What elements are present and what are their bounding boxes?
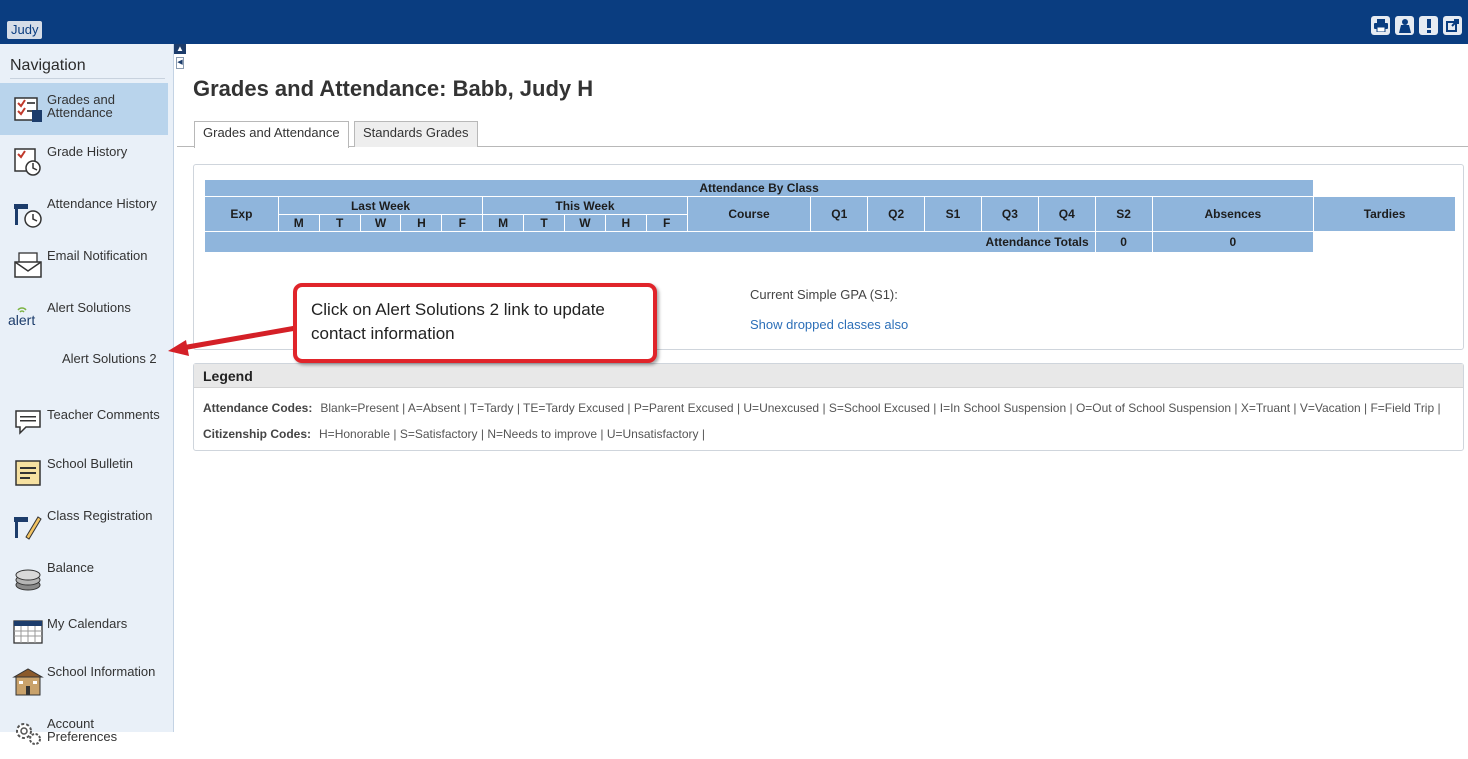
gears-icon: [12, 717, 44, 749]
col-day: W: [564, 214, 606, 232]
totals-label: Attendance Totals: [204, 231, 1096, 253]
attendance-codes-label: Attendance Codes:: [203, 401, 313, 415]
nav-label: Attendance History: [47, 196, 157, 211]
col-day: T: [318, 214, 361, 232]
navigation-sidebar: Navigation Grades and Attendance Grade H…: [0, 44, 174, 745]
tab-standards-grades[interactable]: Standards Grades: [354, 121, 478, 147]
nav-item-school-information[interactable]: School Information: [0, 655, 168, 707]
col-term: Q1: [810, 196, 869, 232]
attendance-codes-row: Attendance Codes: Blank=Present | A=Absen…: [203, 401, 1441, 415]
nav-label: Grade History: [47, 144, 128, 159]
navigation-title: Navigation: [10, 57, 165, 79]
coins-icon: [12, 561, 44, 593]
legend-panel: Legend Attendance Codes: Blank=Present | …: [193, 363, 1464, 451]
nav-label: Teacher Comments: [47, 407, 160, 422]
nav-item-email-notification[interactable]: Email Notification: [0, 239, 168, 291]
nav-item-alert-solutions[interactable]: alert Alert Solutions: [0, 291, 168, 343]
attendance-history-icon: [12, 197, 44, 229]
nav-item-account-preferences[interactable]: Account Preferences: [0, 707, 168, 759]
col-day: H: [400, 214, 443, 232]
citizenship-codes-row: Citizenship Codes: H=Honorable | S=Satisf…: [203, 427, 705, 441]
nav-item-alert-solutions-2[interactable]: Alert Solutions 2: [0, 343, 168, 395]
nav-item-grades-and-attendance[interactable]: Grades and Attendance: [0, 83, 168, 135]
nav-item-teacher-comments[interactable]: Teacher Comments: [0, 395, 168, 447]
page-title: Grades and Attendance: Babb, Judy H: [193, 76, 594, 101]
nav-item-school-bulletin[interactable]: School Bulletin: [0, 447, 168, 499]
col-day: F: [441, 214, 484, 232]
collapse-top-button[interactable]: ▲: [174, 44, 186, 54]
totals-absences: 0: [1094, 231, 1153, 253]
tab-grades-and-attendance[interactable]: Grades and Attendance: [194, 121, 349, 148]
person-icon[interactable]: [1395, 16, 1414, 35]
col-day: H: [604, 214, 647, 232]
user-menu-button[interactable]: Judy: [7, 21, 43, 39]
bulletin-icon: [12, 457, 44, 489]
col-term: Q2: [867, 196, 926, 232]
col-term: Q3: [980, 196, 1039, 232]
show-dropped-classes-link[interactable]: Show dropped classes also: [750, 317, 908, 332]
nav-label: Class Registration: [47, 508, 153, 523]
col-day: M: [482, 214, 525, 232]
annotation-callout: Click on Alert Solutions 2 link to updat…: [293, 283, 657, 363]
callout-arrow: [168, 325, 297, 356]
nav-label: School Bulletin: [47, 456, 133, 471]
registration-icon: [12, 509, 44, 541]
comments-icon: [12, 405, 44, 437]
gpa-label: Current Simple GPA (S1):: [750, 287, 898, 302]
col-last-week: Last Week: [277, 196, 484, 215]
top-bar: Judy: [0, 0, 1468, 44]
grade-history-icon: [12, 145, 44, 177]
nav-label: Balance: [47, 560, 94, 575]
totals-tardies: 0: [1151, 231, 1315, 253]
nav-item-class-registration[interactable]: Class Registration: [0, 499, 168, 551]
calendar-icon: [12, 613, 44, 645]
nav-label: My Calendars: [47, 616, 128, 631]
alert-logo-icon: alert: [7, 301, 39, 333]
col-course: Course: [686, 196, 812, 232]
nav-label: Account Preferences: [47, 716, 118, 744]
nav-label: School Information: [47, 664, 156, 679]
col-day: M: [277, 214, 320, 232]
alert-exclamation-icon[interactable]: [1419, 16, 1438, 35]
collapse-sidebar-button[interactable]: ◀: [176, 57, 184, 69]
nav-label: Grades and Attendance: [47, 92, 115, 120]
email-icon: [12, 249, 44, 281]
legend-title: Legend: [194, 364, 1463, 388]
nav-item-attendance-history[interactable]: Attendance History: [0, 187, 168, 239]
attendance-table: Attendance By Class Exp Last Week This W…: [203, 179, 1456, 253]
attendance-codes-text: Blank=Present | A=Absent | T=Tardy | TE=…: [320, 401, 1441, 415]
external-link-icon[interactable]: [1443, 16, 1462, 35]
col-term: S2: [1094, 196, 1153, 232]
col-term: Q4: [1037, 196, 1096, 232]
col-day: T: [523, 214, 565, 232]
col-day: F: [645, 214, 688, 232]
col-term: S1: [924, 196, 982, 232]
top-toolbar: [1371, 16, 1462, 35]
col-this-week: This Week: [482, 196, 688, 215]
nav-item-grade-history[interactable]: Grade History: [0, 135, 168, 187]
nav-item-balance[interactable]: Balance: [0, 551, 168, 603]
col-tardies: Tardies: [1313, 196, 1456, 232]
nav-label: Email Notification: [47, 248, 148, 263]
col-exp: Exp: [204, 196, 279, 232]
col-absences: Absences: [1151, 196, 1315, 232]
nav-item-my-calendars[interactable]: My Calendars: [0, 603, 168, 655]
col-day: W: [359, 214, 402, 232]
gradebook-icon: [12, 93, 44, 125]
nav-label: Alert Solutions: [47, 300, 131, 315]
school-icon: [12, 665, 44, 697]
citizenship-codes-label: Citizenship Codes:: [203, 427, 312, 441]
svg-text:alert: alert: [8, 312, 35, 328]
print-icon[interactable]: [1371, 16, 1390, 35]
citizenship-codes-text: H=Honorable | S=Satisfactory | N=Needs t…: [319, 427, 705, 441]
table-caption: Attendance By Class: [203, 179, 1315, 197]
tab-bar: Grades and Attendance Standards Grades: [177, 121, 1468, 148]
